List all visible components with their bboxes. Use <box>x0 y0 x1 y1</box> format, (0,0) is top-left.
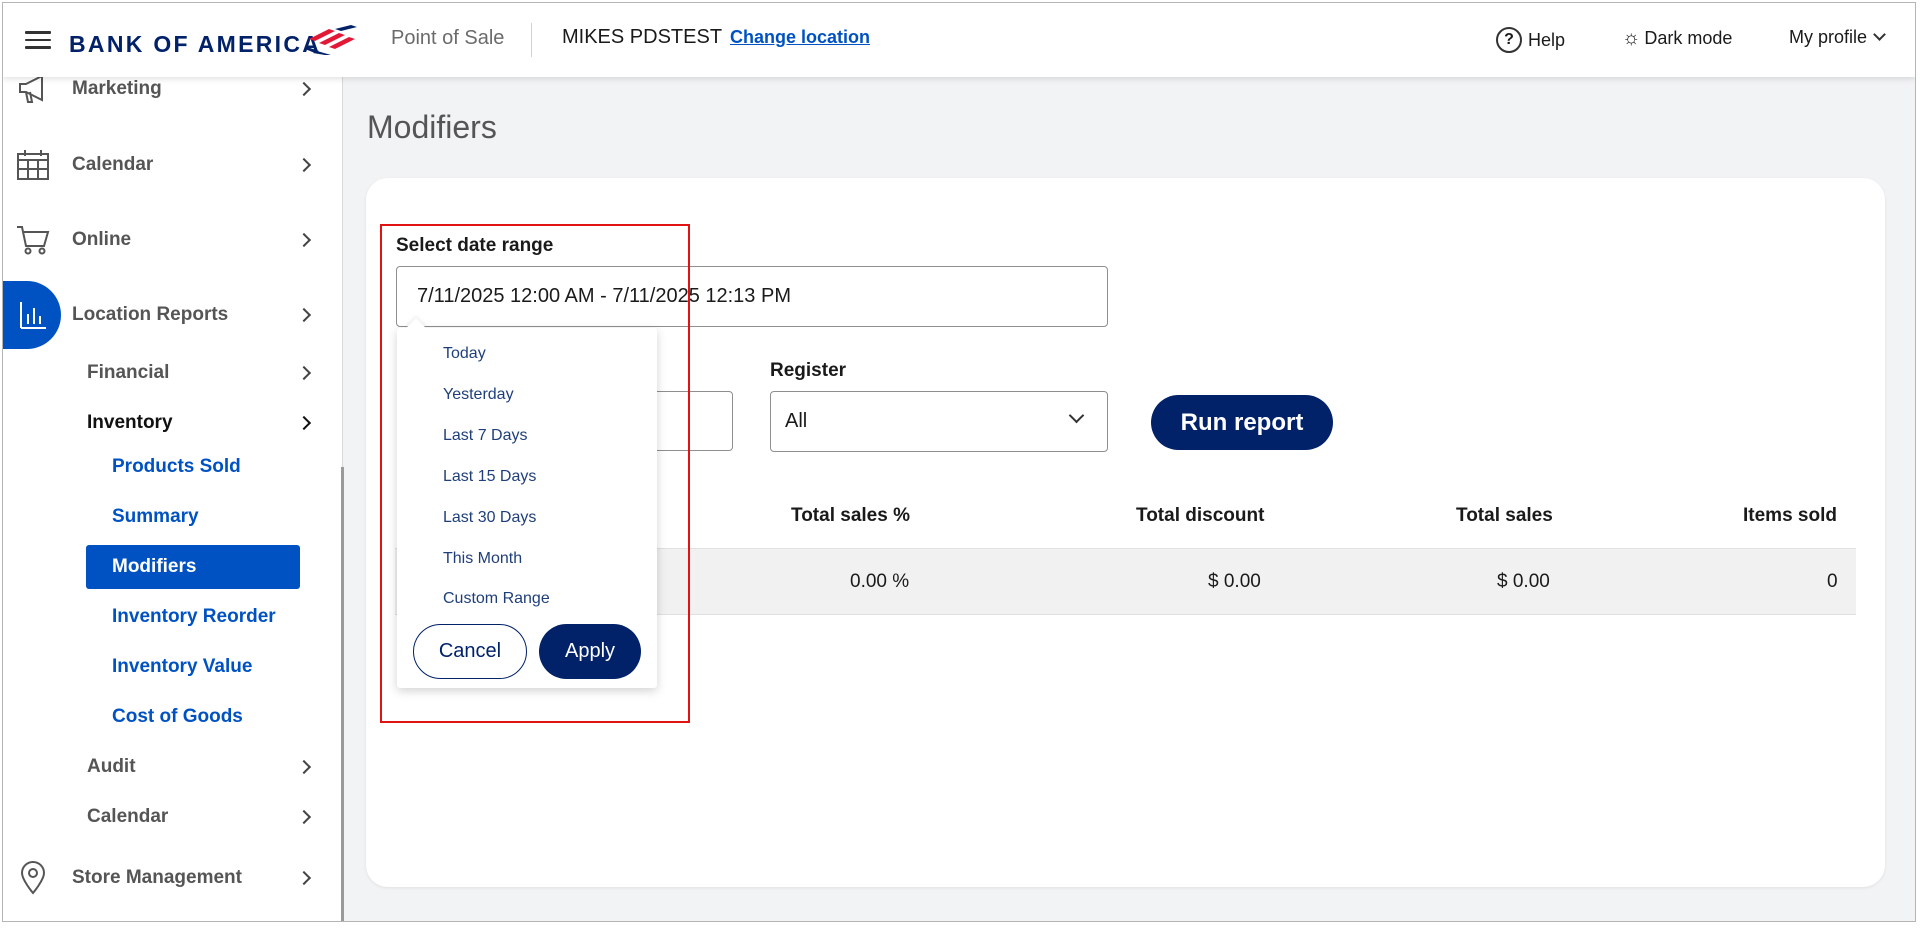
sidebar-subitem-label: Inventory <box>87 412 173 433</box>
cart-icon <box>15 222 51 258</box>
sidebar: Marketing Calendar Online Location Repor… <box>3 74 344 921</box>
column-header-total-discount: Total discount <box>1136 505 1265 526</box>
date-option-yesterday[interactable]: Yesterday <box>443 386 514 404</box>
sidebar-leaf-cost-of-goods[interactable]: Cost of Goods <box>86 695 300 739</box>
sidebar-item-label: Online <box>72 229 132 250</box>
sidebar-leaf-inventory-reorder[interactable]: Inventory Reorder <box>86 595 300 639</box>
sidebar-leaf-products-sold[interactable]: Products Sold <box>86 445 300 489</box>
chevron-right-icon <box>296 870 312 886</box>
my-profile-label: My profile <box>1789 27 1868 47</box>
chevron-down-icon <box>1068 407 1085 424</box>
sidebar-item-label: Location Reports <box>72 304 229 325</box>
date-option-custom-range[interactable]: Custom Range <box>443 590 550 608</box>
sidebar-item-location-reports[interactable]: Location Reports <box>3 281 333 349</box>
bar-chart-icon <box>15 297 51 333</box>
date-option-this-month[interactable]: This Month <box>443 550 522 568</box>
brand-logo-text: BANK OF AMERICA <box>69 31 322 57</box>
help-icon: ? <box>1496 27 1522 53</box>
chevron-right-icon <box>296 759 312 775</box>
cell-items-sold: 0 <box>1827 571 1838 592</box>
chevron-right-icon <box>296 232 312 248</box>
sidebar-leaf-inventory-value[interactable]: Inventory Value <box>86 645 300 689</box>
cancel-button[interactable]: Cancel <box>413 624 527 679</box>
help-button[interactable]: ? Help <box>1496 27 1565 53</box>
hamburger-menu-icon[interactable] <box>25 31 51 51</box>
header-divider <box>531 23 532 57</box>
cell-total-sales: $ 0.00 <box>1497 571 1550 592</box>
location-name: MIKES PDSTEST <box>562 26 723 48</box>
date-option-last-15-days[interactable]: Last 15 Days <box>443 468 536 486</box>
chevron-right-icon <box>296 157 312 173</box>
sidebar-item-audit[interactable]: Audit <box>3 745 333 789</box>
sidebar-scrollbar[interactable] <box>341 467 344 921</box>
change-location-link[interactable]: Change location <box>730 27 870 48</box>
chevron-right-icon <box>296 809 312 825</box>
sidebar-item-financial[interactable]: Financial <box>3 351 333 395</box>
sidebar-subitem-label: Audit <box>87 756 136 777</box>
flag-logo-icon <box>305 25 357 55</box>
sidebar-leaf-modifiers[interactable]: Modifiers <box>86 545 300 589</box>
date-range-input[interactable]: 7/11/2025 12:00 AM - 7/11/2025 12:13 PM <box>396 266 1108 327</box>
app-window: BANK OF AMERICA Point of Sale MIKES PDST… <box>2 2 1916 922</box>
chevron-right-icon <box>296 365 312 381</box>
date-range-label: Select date range <box>396 235 554 256</box>
sidebar-subitem-label: Financial <box>87 362 170 383</box>
register-select[interactable]: All <box>770 391 1108 452</box>
app-name: Point of Sale <box>391 27 505 49</box>
date-range-dropdown: Today Yesterday Last 7 Days Last 15 Days… <box>397 318 657 688</box>
page-title: Modifiers <box>367 109 497 145</box>
date-option-last-7-days[interactable]: Last 7 Days <box>443 427 527 445</box>
column-header-total-sales-pct: Total sales % <box>791 505 910 526</box>
date-option-last-30-days[interactable]: Last 30 Days <box>443 509 536 527</box>
sidebar-leaf-summary[interactable]: Summary <box>86 495 300 539</box>
sidebar-item-inventory[interactable]: Inventory <box>3 401 333 445</box>
sidebar-item-label: Calendar <box>72 154 154 175</box>
calendar-icon <box>15 147 51 183</box>
top-header: BANK OF AMERICA Point of Sale MIKES PDST… <box>3 3 1915 77</box>
run-report-button[interactable]: Run report <box>1151 395 1333 450</box>
dark-mode-label: Dark mode <box>1644 28 1733 48</box>
chevron-right-icon <box>296 81 312 97</box>
date-option-today[interactable]: Today <box>443 345 486 363</box>
apply-button[interactable]: Apply <box>539 624 641 679</box>
sidebar-subitem-label: Calendar <box>87 806 169 827</box>
location-select-partial[interactable] <box>653 391 733 451</box>
chevron-right-icon <box>296 415 312 431</box>
sidebar-item-store-management[interactable]: Store Management <box>3 856 333 900</box>
dark-mode-toggle[interactable]: ☼ Dark mode <box>1622 27 1732 50</box>
cell-total-sales-pct: 0.00 % <box>850 571 910 592</box>
register-label: Register <box>770 360 847 381</box>
location-pin-icon <box>15 860 51 896</box>
chevron-down-icon <box>1873 28 1886 41</box>
brightness-icon: ☼ <box>1622 27 1641 49</box>
chevron-right-icon <box>296 307 312 323</box>
column-header-total-sales: Total sales <box>1456 505 1553 526</box>
my-profile-menu[interactable]: My profile <box>1789 27 1886 48</box>
cell-total-discount: $ 0.00 <box>1208 571 1261 592</box>
sidebar-item-online[interactable]: Online <box>3 218 333 262</box>
sidebar-item-label: Store Management <box>72 867 242 888</box>
sidebar-item-reports-calendar[interactable]: Calendar <box>3 795 333 839</box>
help-label: Help <box>1528 29 1566 50</box>
column-header-items-sold: Items sold <box>1743 505 1837 526</box>
register-selected-value: All <box>785 410 808 432</box>
sidebar-item-calendar[interactable]: Calendar <box>3 143 333 187</box>
sidebar-item-label: Marketing <box>72 78 162 99</box>
